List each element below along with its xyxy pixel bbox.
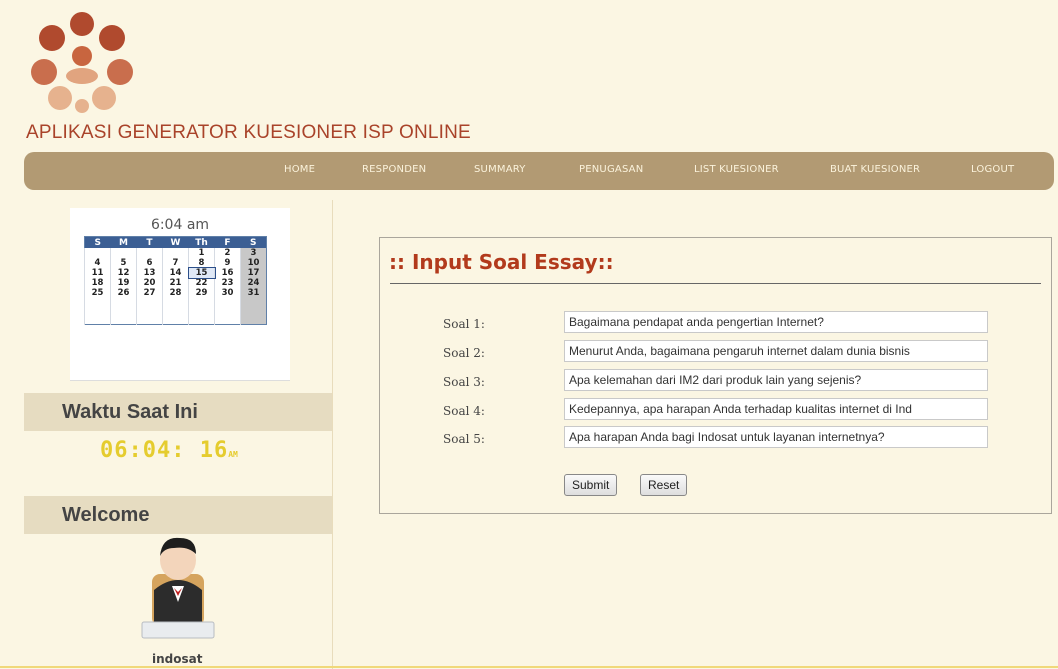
- calendar-day: [136, 248, 163, 258]
- nav-home[interactable]: HOME: [284, 164, 315, 175]
- calendar-day[interactable]: 2: [214, 248, 241, 258]
- welcome-heading: Welcome: [62, 504, 150, 526]
- calendar-day[interactable]: 16: [214, 268, 241, 278]
- question-input-2[interactable]: [564, 340, 988, 362]
- calendar-empty-cell: [84, 298, 111, 325]
- weekday-header: S: [240, 236, 267, 248]
- calendar-empty-cell: [188, 298, 215, 325]
- calendar-day: [84, 248, 111, 258]
- calendar-day[interactable]: 14: [162, 268, 189, 278]
- user-avatar: [141, 537, 215, 639]
- clock-heading: Waktu Saat Ini: [62, 401, 198, 423]
- calendar-day[interactable]: 30: [214, 288, 241, 298]
- calendar-empty-cell: [162, 298, 189, 325]
- clock-value: 06:04: 16: [100, 438, 229, 463]
- nav-logout[interactable]: LOGOUT: [971, 164, 1014, 175]
- calendar-empty-cell: [240, 298, 267, 325]
- main-navbar: HOME RESPONDEN SUMMARY PENUGASAN LIST KU…: [24, 152, 1054, 190]
- calendar-day[interactable]: 28: [162, 288, 189, 298]
- app-logo: [31, 12, 133, 113]
- calendar-day[interactable]: 1: [188, 248, 215, 258]
- calendar-empty-cell: [110, 298, 137, 325]
- form-title: :: Input Soal Essay::: [389, 250, 614, 274]
- weekday-header: M: [110, 236, 137, 248]
- calendar-day[interactable]: 31: [240, 288, 267, 298]
- calendar-time: 6:04 am: [150, 217, 210, 233]
- title-divider: [390, 283, 1041, 284]
- calendar-day[interactable]: 9: [214, 258, 241, 268]
- calendar-day[interactable]: 13: [136, 268, 163, 278]
- calendar-day[interactable]: 11: [84, 268, 111, 278]
- question-label-5: Soal 5:: [443, 432, 485, 446]
- calendar-day[interactable]: 15: [187, 267, 216, 279]
- reset-button[interactable]: Reset: [640, 474, 688, 496]
- calendar-day: [162, 248, 189, 258]
- calendar-day[interactable]: 19: [110, 278, 137, 288]
- submit-button[interactable]: Submit: [564, 474, 618, 496]
- nav-list-kuesioner[interactable]: LIST KUESIONER: [694, 164, 779, 175]
- digital-clock: 06:04: 16AM: [100, 438, 238, 463]
- clock-section-header: Waktu Saat Ini: [24, 393, 332, 431]
- calendar-empty-cell: [214, 298, 241, 325]
- nav-buat-kuesioner[interactable]: BUAT KUESIONER: [830, 164, 920, 175]
- calendar-day[interactable]: 7: [162, 258, 189, 268]
- calendar-day[interactable]: 23: [214, 278, 241, 288]
- essay-form-panel: :: Input Soal Essay:: Soal 1: Soal 2: So…: [379, 237, 1052, 514]
- question-input-4[interactable]: [564, 398, 988, 420]
- nav-penugasan[interactable]: PENUGASAN: [579, 164, 643, 175]
- calendar-day[interactable]: 12: [110, 268, 137, 278]
- question-input-1[interactable]: [564, 311, 988, 333]
- calendar-day[interactable]: 21: [162, 278, 189, 288]
- calendar-day[interactable]: 5: [110, 258, 137, 268]
- calendar-day[interactable]: 20: [136, 278, 163, 288]
- weekday-header: S: [84, 236, 111, 248]
- question-input-3[interactable]: [564, 369, 988, 391]
- question-label-3: Soal 3:: [443, 375, 485, 389]
- calendar-day[interactable]: 24: [240, 278, 267, 288]
- nav-responden[interactable]: RESPONDEN: [362, 164, 426, 175]
- question-label-4: Soal 4:: [443, 404, 485, 418]
- calendar-day[interactable]: 6: [136, 258, 163, 268]
- calendar-day[interactable]: 25: [84, 288, 111, 298]
- calendar-days: 1 2 3 4 5 6 7 8 9 10 11 12 13 14 15 16 17 18 19 20 21 22 23 24 2…: [84, 248, 267, 325]
- weekday-header: T: [136, 236, 163, 248]
- calendar-day[interactable]: 22: [188, 278, 215, 288]
- calendar-day[interactable]: 17: [240, 268, 267, 278]
- calendar-day[interactable]: 29: [188, 288, 215, 298]
- calendar-day[interactable]: 3: [240, 248, 267, 258]
- question-label-2: Soal 2:: [443, 346, 485, 360]
- footer-line: [0, 666, 1058, 668]
- welcome-section-header: Welcome: [24, 496, 332, 534]
- weekday-header: W: [162, 236, 189, 248]
- nav-summary[interactable]: SUMMARY: [474, 164, 526, 175]
- calendar-table: S M T W Th F S 1 2 3 4 5 6 7 8 9 10 11 12 13 14 15 16 17…: [84, 236, 267, 325]
- calendar-day[interactable]: 18: [84, 278, 111, 288]
- question-input-5[interactable]: [564, 426, 988, 448]
- calendar-day: [110, 248, 137, 258]
- calendar-empty-cell: [136, 298, 163, 325]
- question-label-1: Soal 1:: [443, 317, 485, 331]
- clock-ampm: AM: [228, 450, 238, 459]
- calendar-widget: 6:04 am S M T W Th F S 1 2 3 4 5 6 7 8 9 10 11 12 13…: [70, 208, 290, 381]
- calendar-day[interactable]: 4: [84, 258, 111, 268]
- calendar-day[interactable]: 26: [110, 288, 137, 298]
- weekday-header: F: [214, 236, 241, 248]
- username: indosat: [152, 652, 203, 666]
- sidebar-divider: [332, 200, 333, 669]
- calendar-day[interactable]: 27: [136, 288, 163, 298]
- weekday-header: Th: [188, 236, 215, 248]
- calendar-day[interactable]: 8: [188, 258, 215, 268]
- app-title: APLIKASI GENERATOR KUESIONER ISP ONLINE: [26, 122, 471, 143]
- calendar-day[interactable]: 10: [240, 258, 267, 268]
